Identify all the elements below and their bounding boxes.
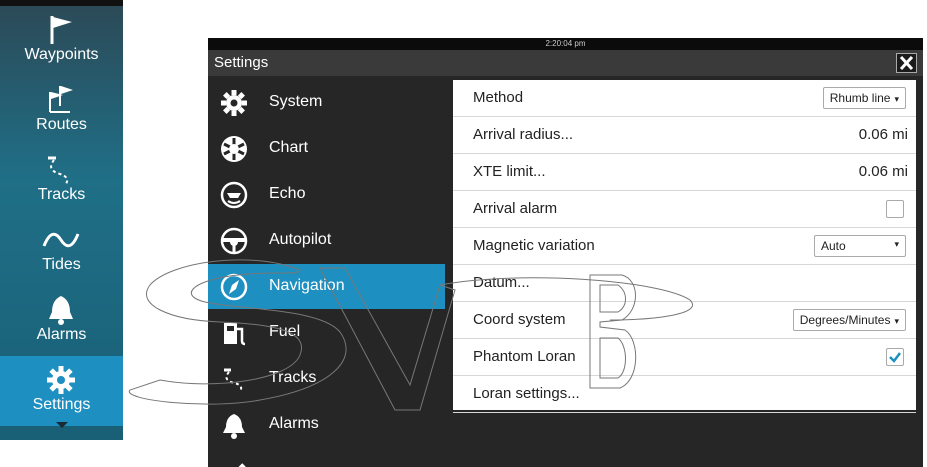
chevron-down-icon <box>56 422 68 428</box>
nav-alarms[interactable]: Alarms <box>0 286 123 356</box>
bell-icon <box>223 414 245 439</box>
row-magnetic-variation[interactable]: Magnetic variation Auto ▾ <box>453 228 916 265</box>
xte-limit-value: 0.06 mi <box>858 163 908 180</box>
arrival-radius-value: 0.06 mi <box>858 126 908 143</box>
row-coord-system[interactable]: Coord system Degrees/Minutes ▾ <box>453 302 916 339</box>
phantom-loran-label: Phantom Loran <box>473 348 576 365</box>
row-arrival-alarm[interactable]: Arrival alarm <box>453 191 916 228</box>
track-icon <box>224 368 243 393</box>
row-method[interactable]: Method Rhumb line ▾ <box>453 80 916 117</box>
datum-label: Datum... <box>473 274 530 291</box>
category-tracks[interactable]: Tracks <box>208 356 445 401</box>
category-fuel[interactable]: Fuel <box>208 310 445 355</box>
nav-tides[interactable]: Tides <box>0 216 123 286</box>
category-label: Autopilot <box>269 231 332 248</box>
category-system[interactable]: System <box>208 80 445 125</box>
category-navigation[interactable]: Navigation <box>208 264 445 309</box>
magnetic-variation-label: Magnetic variation <box>473 237 595 254</box>
nav-tracks-label: Tracks <box>37 186 86 203</box>
window-title: Settings <box>214 54 269 71</box>
category-label: Chart <box>269 139 309 156</box>
sonar-icon <box>220 181 248 209</box>
magnetic-variation-value: Auto <box>821 239 846 253</box>
close-icon <box>899 55 914 71</box>
coord-system-dropdown[interactable]: Degrees/Minutes ▾ <box>792 309 906 331</box>
fuel-pump-icon <box>224 323 246 346</box>
flag-icon <box>50 16 72 44</box>
bell-icon <box>49 296 73 325</box>
chart-wheel-icon <box>221 136 247 162</box>
coord-system-label: Coord system <box>473 311 566 328</box>
category-label: Alarms <box>269 415 319 432</box>
method-dropdown[interactable]: Rhumb line ▾ <box>822 87 906 109</box>
check-icon <box>889 352 901 363</box>
row-phantom-loran[interactable]: Phantom Loran <box>453 339 916 376</box>
wave-icon <box>42 232 80 248</box>
left-nav-strip: Waypoints Routes Tracks Tides Alarms Set… <box>0 0 123 440</box>
nav-tides-label: Tides <box>42 256 81 273</box>
chevron-down-icon: ▾ <box>894 239 899 249</box>
track-icon <box>48 156 69 185</box>
arrival-alarm-label: Arrival alarm <box>473 200 558 217</box>
route-flags-icon <box>49 86 73 113</box>
xte-limit-label: XTE limit... <box>473 163 546 180</box>
category-label: Echo <box>269 185 306 202</box>
gear-icon <box>221 90 247 116</box>
arrival-radius-label: Arrival radius... <box>473 126 574 143</box>
category-echo[interactable]: Echo <box>208 172 445 217</box>
gear-icon <box>47 366 75 394</box>
category-label: System <box>269 93 323 110</box>
category-label: Fuel <box>269 323 301 340</box>
row-xte-limit[interactable]: XTE limit... 0.06 mi <box>453 154 916 191</box>
category-label: Tracks <box>269 369 317 386</box>
chevron-down-icon: ▾ <box>894 94 899 104</box>
nav-settings-label: Settings <box>32 396 91 413</box>
arrival-alarm-checkbox[interactable] <box>886 200 904 218</box>
nav-waypoints[interactable]: Waypoints <box>0 6 123 76</box>
category-alarms[interactable]: Alarms <box>208 402 445 447</box>
magnetic-variation-dropdown[interactable]: Auto ▾ <box>814 235 906 257</box>
ruler-icon <box>238 463 246 467</box>
compass-icon <box>220 273 248 301</box>
nav-alarms-label: Alarms <box>36 326 87 343</box>
nav-routes-label: Routes <box>36 116 87 133</box>
coord-system-value: Degrees/Minutes <box>799 313 891 327</box>
chevron-down-icon: ▾ <box>894 316 899 326</box>
settings-window: 2:20:04 pm Settings System Chart Echo Au… <box>208 38 923 467</box>
nav-waypoints-label: Waypoints <box>24 46 99 63</box>
phantom-loran-checkbox[interactable] <box>886 348 904 366</box>
nav-settings[interactable]: Settings <box>0 356 123 428</box>
category-chart[interactable]: Chart <box>208 126 445 171</box>
method-label: Method <box>473 89 524 106</box>
navigation-settings-panel: Method Rhumb line ▾ Arrival radius... 0.0… <box>453 80 916 413</box>
nav-tracks[interactable]: Tracks <box>0 146 123 216</box>
method-value: Rhumb line <box>829 91 891 105</box>
nav-routes[interactable]: Routes <box>0 76 123 146</box>
helm-icon <box>220 227 248 255</box>
row-loran-settings[interactable]: Loran settings... <box>453 376 916 413</box>
loran-settings-label: Loran settings... <box>473 385 580 402</box>
row-arrival-radius[interactable]: Arrival radius... 0.06 mi <box>453 117 916 154</box>
category-autopilot[interactable]: Autopilot <box>208 218 445 263</box>
close-button[interactable] <box>896 53 917 73</box>
category-label: Navigation <box>269 277 345 294</box>
title-bar: Settings <box>208 50 923 76</box>
status-bar-clock: 2:20:04 pm <box>208 38 923 50</box>
category-units-partial[interactable] <box>208 448 445 467</box>
row-datum[interactable]: Datum... <box>453 265 916 302</box>
